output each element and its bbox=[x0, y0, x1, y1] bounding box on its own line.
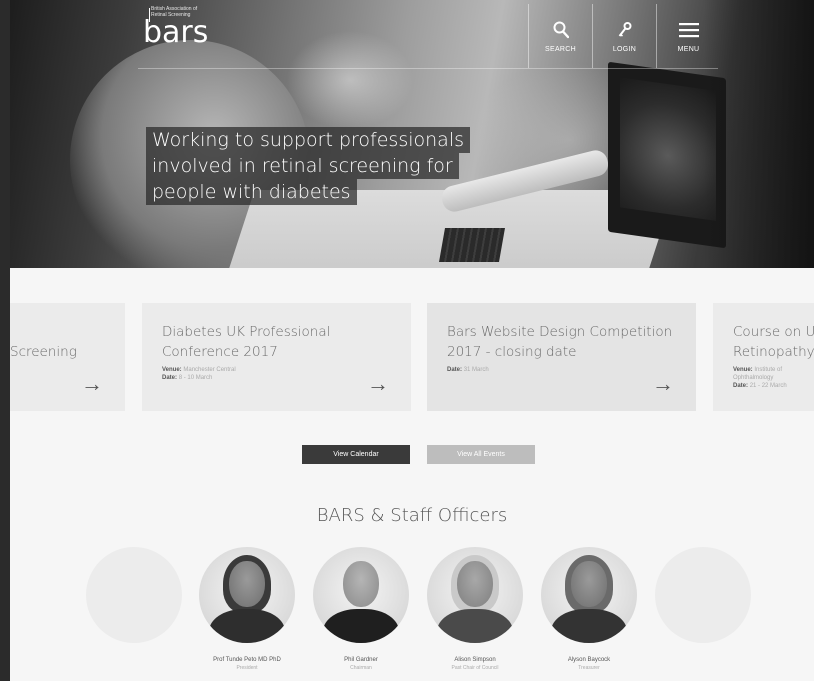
officer-role: Past Chair of Council bbox=[451, 665, 499, 671]
menu-label: MENU bbox=[677, 45, 700, 53]
event-meta: Date: 31 March bbox=[447, 367, 489, 373]
officer-name: Phil Gardner bbox=[344, 657, 378, 663]
logo-wordmark: bars bbox=[143, 15, 209, 50]
officer-card[interactable]: Alison Simpson Past Chair of Council bbox=[427, 547, 523, 671]
officer-role: Treasurer bbox=[578, 665, 600, 671]
officer-role: Chairman bbox=[350, 665, 372, 671]
event-date: 21 - 22 March bbox=[749, 383, 787, 389]
officer-photo-placeholder bbox=[86, 547, 182, 643]
officer-name: Alison Simpson bbox=[454, 657, 496, 663]
officers-section-title: BARS & Staff Officers bbox=[316, 505, 508, 526]
hero-headline-line: Working to support professionals bbox=[146, 127, 470, 153]
hero-headline: Working to support professionals involve… bbox=[146, 127, 470, 205]
menu-button[interactable]: MENU bbox=[656, 4, 720, 68]
event-venue: Manchester Central bbox=[183, 367, 236, 373]
event-title: Diabetes UK Professional Conference 2017 bbox=[162, 324, 331, 360]
avatar bbox=[199, 547, 295, 643]
view-all-events-button[interactable]: View All Events bbox=[427, 445, 535, 464]
login-label: LOGIN bbox=[612, 45, 637, 53]
officer-role: President bbox=[236, 665, 258, 671]
event-title: Bars Website Design Competition 2017 - c… bbox=[447, 324, 673, 360]
page: British Association of Retinal Screening… bbox=[10, 0, 814, 681]
hero-headline-line: people with diabetes bbox=[146, 179, 357, 205]
hero-divider bbox=[138, 68, 718, 69]
event-meta: Venue: Manchester Central Date: 8 - 10 M… bbox=[162, 367, 236, 381]
event-date: 31 March bbox=[463, 367, 489, 373]
key-icon bbox=[618, 20, 632, 40]
menu-icon bbox=[678, 20, 699, 40]
view-calendar-button[interactable]: View Calendar bbox=[302, 445, 410, 464]
top-navigation: SEARCH LOGIN MENU bbox=[528, 4, 720, 68]
login-button[interactable]: LOGIN bbox=[592, 4, 656, 68]
arrow-right-icon[interactable]: → bbox=[652, 373, 674, 395]
hero-keyboard bbox=[439, 228, 505, 262]
arrow-right-icon[interactable]: → bbox=[367, 373, 389, 395]
search-icon bbox=[553, 20, 569, 40]
officer-card[interactable]: Prof Tunde Peto MD PhD President bbox=[199, 547, 295, 671]
event-card[interactable]: Course on Understanding Retinopathy Venu… bbox=[713, 303, 814, 411]
event-card[interactable]: Screening → bbox=[10, 303, 125, 411]
events-carousel: Screening → Diabetes UK Professional Con… bbox=[10, 303, 814, 411]
avatar bbox=[541, 547, 637, 643]
event-card[interactable]: Diabetes UK Professional Conference 2017… bbox=[142, 303, 411, 411]
event-card[interactable]: Bars Website Design Competition 2017 - c… bbox=[427, 303, 696, 411]
hero-headline-line: involved in retinal screening for bbox=[146, 153, 459, 179]
officer-card[interactable]: Phil Gardner Chairman bbox=[313, 547, 409, 671]
officer-photo-placeholder bbox=[655, 547, 751, 643]
hero-banner: British Association of Retinal Screening… bbox=[10, 0, 814, 268]
officer-name: Alyson Baycock bbox=[567, 657, 611, 663]
event-title: Screening bbox=[10, 344, 77, 360]
event-title: Course on Understanding Retinopathy bbox=[733, 324, 814, 360]
officer-name: Prof Tunde Peto MD PhD bbox=[213, 657, 281, 663]
search-label: SEARCH bbox=[545, 45, 576, 53]
avatar bbox=[313, 547, 409, 643]
search-button[interactable]: SEARCH bbox=[528, 4, 592, 68]
arrow-right-icon[interactable]: → bbox=[81, 373, 103, 395]
officer-card[interactable]: Alyson Baycock Treasurer bbox=[541, 547, 637, 671]
event-meta: Venue: Institute of Ophthalmology Date: … bbox=[733, 367, 787, 389]
avatar bbox=[427, 547, 523, 643]
event-date: 8 - 10 March bbox=[178, 375, 213, 381]
site-logo[interactable]: British Association of Retinal Screening… bbox=[143, 6, 211, 48]
